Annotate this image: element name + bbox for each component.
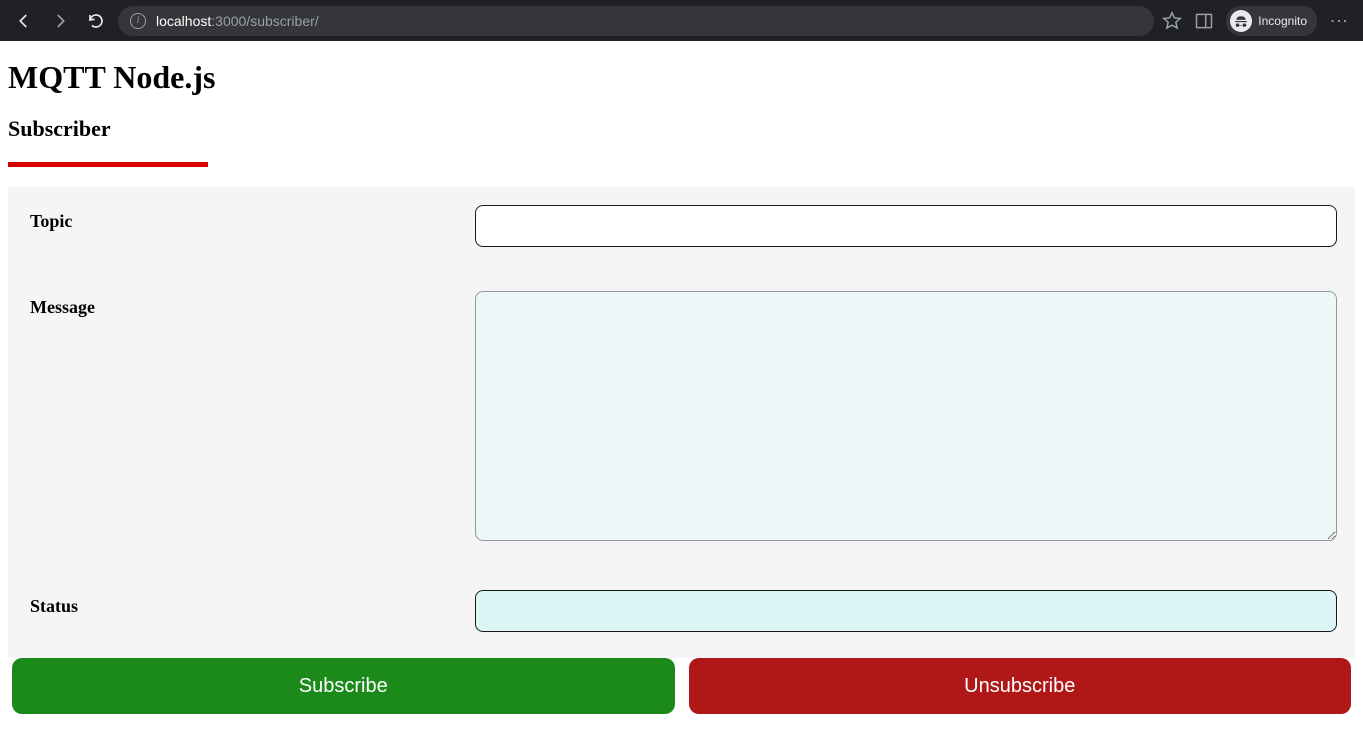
reload-button[interactable]	[82, 7, 110, 35]
url-text: localhost:3000/subscriber/	[156, 13, 319, 29]
incognito-icon	[1230, 10, 1252, 32]
topic-input[interactable]	[475, 205, 1337, 247]
topic-label: Topic	[30, 205, 475, 247]
page-title: MQTT Node.js	[8, 59, 1355, 96]
subscribe-button[interactable]: Subscribe	[12, 658, 675, 714]
button-row: Subscribe Unsubscribe	[8, 658, 1355, 718]
chrome-right-controls: Incognito ⋮	[1162, 6, 1353, 36]
accent-divider	[8, 162, 208, 167]
side-panel-icon[interactable]	[1194, 11, 1214, 31]
status-input[interactable]	[475, 590, 1337, 632]
page-subtitle: Subscriber	[8, 116, 1355, 142]
forward-button[interactable]	[46, 7, 74, 35]
unsubscribe-button[interactable]: Unsubscribe	[689, 658, 1352, 714]
back-button[interactable]	[10, 7, 38, 35]
incognito-badge[interactable]: Incognito	[1226, 6, 1317, 36]
message-row: Message	[30, 291, 1337, 546]
site-info-icon[interactable]: i	[130, 13, 146, 29]
kebab-menu-icon[interactable]: ⋮	[1329, 11, 1349, 31]
browser-toolbar: i localhost:3000/subscriber/ Incognito ⋮	[0, 0, 1363, 41]
form-panel: Topic Message Status	[8, 187, 1355, 658]
topic-row: Topic	[30, 205, 1337, 247]
status-row: Status	[30, 590, 1337, 632]
bookmark-star-icon[interactable]	[1162, 11, 1182, 31]
address-bar[interactable]: i localhost:3000/subscriber/	[118, 6, 1154, 36]
incognito-label: Incognito	[1258, 14, 1307, 28]
page-content: MQTT Node.js Subscriber Topic Message St…	[0, 41, 1363, 734]
status-label: Status	[30, 590, 475, 632]
message-label: Message	[30, 291, 475, 546]
message-textarea[interactable]	[475, 291, 1337, 541]
